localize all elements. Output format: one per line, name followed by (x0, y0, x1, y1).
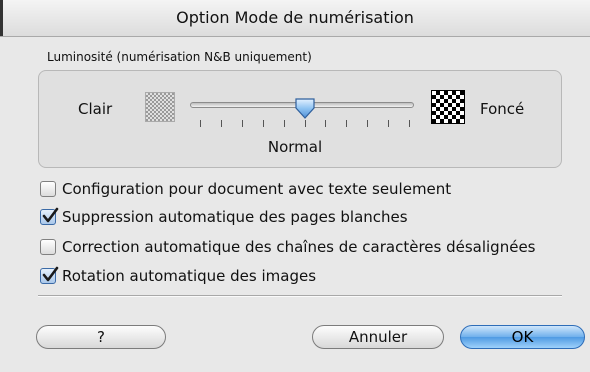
dark-pattern-icon (431, 90, 465, 124)
slider-tick (409, 120, 410, 127)
checkmark-icon (42, 207, 59, 223)
brightness-dark-label: Foncé (480, 100, 525, 118)
slider-tick (367, 120, 368, 127)
brightness-group-label: Luminosité (numérisation N&B uniquement) (47, 50, 312, 64)
slider-thumb-icon[interactable] (293, 96, 317, 120)
title-bar: Option Mode de numérisation (0, 0, 590, 37)
brightness-value-label: Normal (267, 138, 323, 156)
dialog-window: Option Mode de numérisation Luminosité (… (0, 0, 590, 372)
slider-tick (263, 120, 264, 127)
divider (38, 295, 562, 297)
help-button[interactable]: ? (36, 325, 166, 349)
slider-tick (284, 120, 285, 127)
ok-button[interactable]: OK (460, 325, 585, 349)
brightness-light-label: Clair (78, 100, 113, 118)
option-label: Configuration pour document avec texte s… (62, 180, 452, 198)
option-checkbox-checked[interactable] (40, 266, 59, 284)
slider-tick (242, 120, 243, 127)
slider-tick (346, 120, 347, 127)
option-checkbox[interactable] (40, 181, 56, 197)
cancel-button[interactable]: Annuler (312, 325, 444, 349)
option-label: Suppression automatique des pages blanch… (62, 208, 408, 226)
option-label: Rotation automatique des images (62, 267, 317, 285)
slider-tick (221, 120, 222, 127)
option-label: Correction automatique des chaînes de ca… (62, 238, 536, 256)
slider-tick (200, 120, 201, 127)
slider-tick (388, 120, 389, 127)
slider-tick (325, 120, 326, 127)
slider-tick (305, 120, 306, 127)
dialog-title: Option Mode de numérisation (176, 8, 414, 27)
slider-ticks (200, 120, 410, 128)
option-checkbox[interactable] (40, 239, 56, 255)
option-checkbox-checked[interactable] (40, 207, 59, 225)
checkmark-icon (42, 266, 59, 282)
light-pattern-icon (145, 92, 175, 122)
